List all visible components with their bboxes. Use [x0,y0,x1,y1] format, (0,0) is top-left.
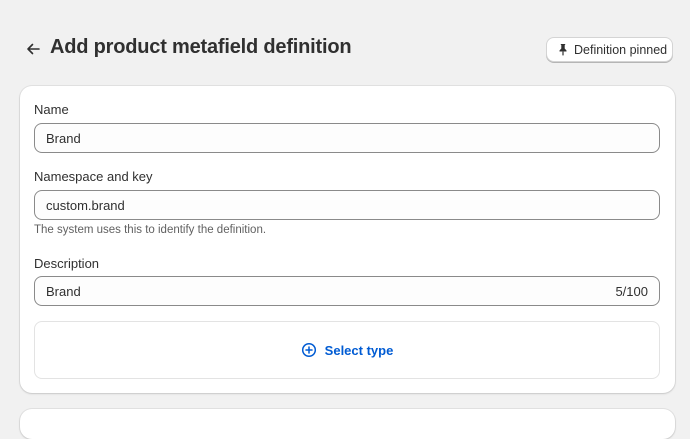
name-label: Name [34,102,69,117]
pin-icon [557,43,569,56]
namespace-label: Namespace and key [34,169,153,184]
definition-form-card: Name Brand Namespace and key custom.bran… [20,86,675,393]
description-value: Brand [46,283,81,299]
select-type-button[interactable]: Select type [34,321,660,379]
back-button[interactable] [22,38,44,60]
namespace-help-text: The system uses this to identify the def… [34,224,267,236]
description-label: Description [34,256,100,271]
page-header: Add product metafield definition Definit… [0,0,690,100]
select-type-label: Select type [324,342,394,358]
name-value: Brand [46,130,81,146]
namespace-key-field[interactable]: custom.brand [34,190,660,220]
description-field[interactable]: Brand 5/100 [34,276,660,306]
definition-pinned-button[interactable]: Definition pinned [546,37,673,62]
page-title: Add product metafield definition [50,36,352,58]
arrow-left-icon [25,41,41,57]
definition-pinned-label: Definition pinned [574,42,668,57]
next-card [20,409,675,439]
plus-circle-icon [301,342,317,358]
name-field[interactable]: Brand [34,123,660,153]
namespace-value: custom.brand [46,197,125,213]
character-counter: 5/100 [615,283,648,299]
